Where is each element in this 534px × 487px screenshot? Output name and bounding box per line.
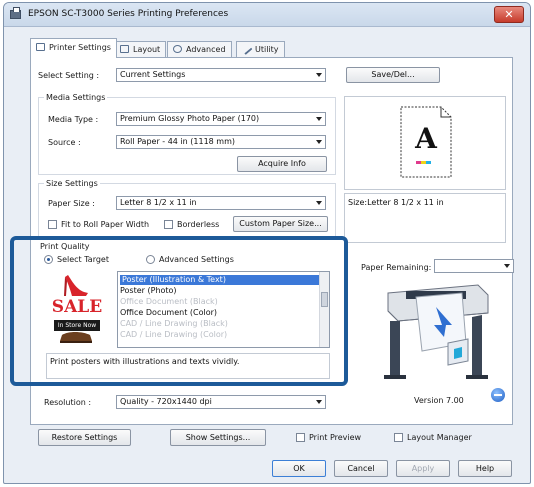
size-info-text: Size:Letter 8 1/2 x 11 in bbox=[344, 193, 506, 243]
fit-to-roll-label: Fit to Roll Paper Width bbox=[61, 220, 150, 229]
select-setting-dropdown[interactable]: Current Settings bbox=[116, 68, 326, 82]
media-type-dropdown[interactable]: Premium Glossy Photo Paper (170) bbox=[116, 112, 326, 126]
printer-icon bbox=[36, 43, 45, 51]
close-icon: ✕ bbox=[504, 8, 514, 21]
borderless-label: Borderless bbox=[177, 220, 220, 229]
resolution-label: Resolution : bbox=[44, 398, 92, 407]
resolution-dropdown[interactable]: Quality - 720x1440 dpi bbox=[116, 395, 326, 409]
select-target-radio[interactable] bbox=[44, 255, 53, 264]
chevron-down-icon bbox=[316, 201, 322, 205]
info-globe-icon[interactable] bbox=[491, 388, 505, 402]
target-description: Print posters with illustrations and tex… bbox=[46, 353, 330, 379]
chevron-down-icon bbox=[316, 73, 322, 77]
source-label: Source : bbox=[48, 138, 81, 147]
target-list-scrollbar[interactable] bbox=[319, 272, 329, 347]
list-item[interactable]: Office Document (Black) bbox=[120, 297, 218, 307]
list-item[interactable]: CAD / Line Drawing (Color) bbox=[120, 330, 227, 340]
in-store-now-text: In Store Now bbox=[57, 322, 97, 329]
tab-printer-settings[interactable]: Printer Settings bbox=[30, 38, 117, 58]
close-button[interactable]: ✕ bbox=[494, 6, 524, 23]
advanced-settings-label: Advanced Settings bbox=[159, 255, 234, 264]
printing-preferences-window: EPSON SC-T3000 Series Printing Preferenc… bbox=[3, 2, 531, 484]
chevron-down-icon bbox=[504, 264, 510, 268]
printer-illustration bbox=[376, 279, 496, 383]
preview-letter: A bbox=[415, 122, 437, 155]
resolution-value: Quality - 720x1440 dpi bbox=[120, 397, 212, 406]
print-quality-label: Print Quality bbox=[40, 242, 90, 251]
source-dropdown[interactable]: Roll Paper - 44 in (1118 mm) bbox=[116, 135, 326, 149]
acquire-info-button[interactable]: Acquire Info bbox=[237, 156, 327, 172]
restore-settings-button[interactable]: Restore Settings bbox=[38, 429, 131, 446]
version-text: Version 7.00 bbox=[414, 396, 464, 405]
tab-layout[interactable]: Layout bbox=[114, 41, 167, 57]
list-item[interactable]: Poster (Photo) bbox=[120, 286, 177, 296]
layout-manager-label: Layout Manager bbox=[407, 433, 472, 442]
paper-preview-area: A bbox=[344, 96, 506, 190]
sale-text: SALE bbox=[51, 297, 103, 317]
layout-icon bbox=[120, 45, 129, 53]
media-type-value: Premium Glossy Photo Paper (170) bbox=[120, 114, 260, 123]
tab-advanced[interactable]: Advanced bbox=[167, 41, 232, 57]
borderless-checkbox[interactable] bbox=[164, 220, 173, 229]
advanced-settings-radio[interactable] bbox=[146, 255, 155, 264]
select-setting-label: Select Setting : bbox=[38, 71, 100, 80]
apply-button[interactable]: Apply bbox=[396, 460, 450, 477]
paper-size-label: Paper Size : bbox=[48, 199, 95, 208]
large-format-printer-icon bbox=[384, 284, 489, 379]
target-listbox[interactable]: Poster (Illustration & Text) Poster (Pho… bbox=[117, 271, 330, 348]
help-button[interactable]: Help bbox=[458, 460, 512, 477]
utility-icon bbox=[240, 43, 253, 55]
print-preview-checkbox[interactable] bbox=[296, 433, 305, 442]
chevron-down-icon bbox=[316, 400, 322, 404]
list-item[interactable]: Poster (Illustration & Text) bbox=[120, 275, 321, 285]
title-bar[interactable]: EPSON SC-T3000 Series Printing Preferenc… bbox=[4, 3, 530, 27]
source-value: Roll Paper - 44 in (1118 mm) bbox=[120, 137, 235, 146]
fit-to-roll-checkbox[interactable] bbox=[48, 220, 57, 229]
layout-manager-checkbox[interactable] bbox=[394, 433, 403, 442]
list-item[interactable]: Office Document (Color) bbox=[120, 308, 217, 318]
window-title: EPSON SC-T3000 Series Printing Preferenc… bbox=[28, 9, 229, 19]
scrollbar-thumb[interactable] bbox=[321, 292, 328, 307]
media-settings-label: Media Settings bbox=[44, 93, 108, 102]
tab-label: Advanced bbox=[186, 45, 226, 54]
select-setting-value: Current Settings bbox=[120, 70, 186, 79]
show-settings-button[interactable]: Show Settings... bbox=[170, 429, 266, 446]
cancel-button[interactable]: Cancel bbox=[334, 460, 388, 477]
ok-button[interactable]: OK bbox=[272, 460, 326, 477]
size-settings-label: Size Settings bbox=[44, 179, 100, 188]
paper-size-dropdown[interactable]: Letter 8 1/2 x 11 in bbox=[116, 196, 326, 210]
tab-label: Printer Settings bbox=[49, 43, 111, 52]
paper-size-value: Letter 8 1/2 x 11 in bbox=[120, 198, 197, 207]
tab-label: Utility bbox=[255, 45, 279, 54]
target-thumbnail: SALE In Store Now bbox=[46, 271, 108, 347]
select-target-label: Select Target bbox=[57, 255, 109, 264]
printer-app-icon bbox=[10, 7, 21, 19]
globe-band bbox=[494, 394, 502, 396]
tab-label: Layout bbox=[133, 45, 161, 54]
chevron-down-icon bbox=[316, 117, 322, 121]
paper-remaining-label: Paper Remaining: bbox=[361, 263, 432, 272]
custom-paper-size-button[interactable]: Custom Paper Size... bbox=[233, 216, 328, 232]
media-type-label: Media Type : bbox=[48, 115, 99, 124]
save-del-button[interactable]: Save/Del... bbox=[346, 67, 440, 83]
chevron-down-icon bbox=[316, 140, 322, 144]
list-item[interactable]: CAD / Line Drawing (Black) bbox=[120, 319, 228, 329]
advanced-icon bbox=[173, 45, 182, 53]
tab-utility[interactable]: Utility bbox=[236, 41, 285, 57]
paper-remaining-dropdown[interactable] bbox=[434, 259, 514, 273]
print-preview-label: Print Preview bbox=[309, 433, 362, 442]
